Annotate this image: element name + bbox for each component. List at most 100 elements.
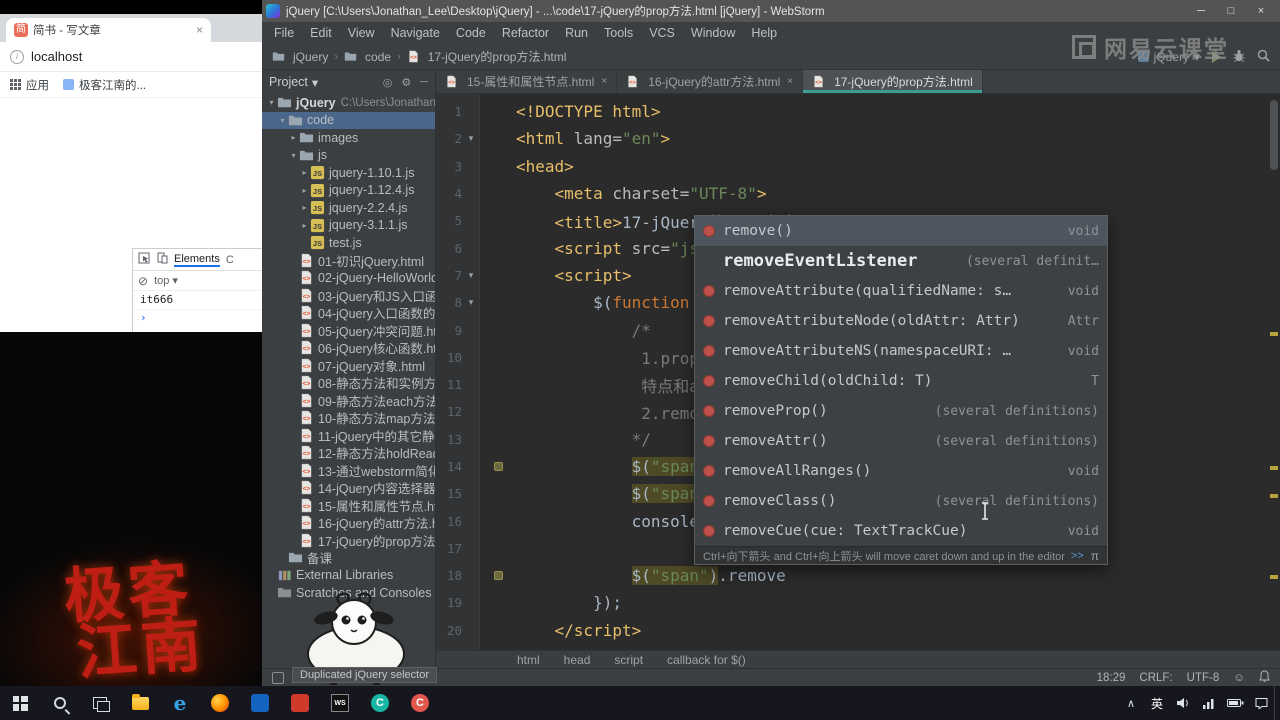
notification-bell-icon[interactable] — [1259, 670, 1270, 685]
project-panel-header[interactable]: Project ▾ ◎ ⚙ ─ — [262, 70, 435, 94]
tree-item[interactable]: ▾ code — [262, 111, 435, 129]
expand-arrow-icon[interactable]: ▸ — [299, 186, 310, 195]
maximize-button[interactable]: □ — [1216, 0, 1246, 22]
completion-item[interactable]: removeEventListener (several definit… — [695, 246, 1107, 276]
taskbar-task-view-icon[interactable] — [80, 686, 120, 720]
tree-item[interactable]: <> 15-属性和属性节点.html — [262, 497, 435, 515]
completion-item[interactable]: removeProp() (several definitions) — [695, 396, 1107, 426]
taskbar-red-app-icon[interactable] — [280, 686, 320, 720]
tree-item[interactable]: <> 08-静态方法和实例方法.html — [262, 374, 435, 392]
taskbar-edge-icon[interactable]: e — [160, 686, 200, 720]
breadcrumb-item[interactable]: <> 17-jQuery的prop方法.html — [407, 48, 566, 65]
tree-item[interactable]: <> 05-jQuery冲突问题.html — [262, 322, 435, 340]
stripe-mark[interactable] — [1270, 494, 1278, 498]
tray-network-icon[interactable] — [1196, 686, 1222, 720]
console-prompt-icon[interactable]: › — [133, 310, 262, 325]
breadcrumb-item[interactable]: jQuery — [272, 49, 328, 64]
duplicate-gutter-icon[interactable] — [494, 461, 503, 471]
tree-item[interactable]: ▸ JS jquery-2.2.4.js — [262, 199, 435, 217]
taskbar-search-icon[interactable] — [40, 686, 80, 720]
settings-gear-icon[interactable]: ⚙ — [401, 76, 411, 89]
expand-arrow-icon[interactable]: ▾ — [288, 151, 299, 160]
error-stripe[interactable] — [1268, 94, 1280, 650]
show-desktop-button[interactable] — [1274, 686, 1280, 720]
tree-item[interactable]: <> 07-jQuery对象.html — [262, 357, 435, 375]
tree-item[interactable]: 备课 — [262, 549, 435, 567]
tree-item[interactable]: <> 14-jQuery内容选择器.html — [262, 479, 435, 497]
duplicate-gutter-icon[interactable] — [494, 571, 503, 581]
tree-item[interactable]: <> 09-静态方法each方法.html — [262, 392, 435, 410]
tree-item[interactable]: <> 17-jQuery的prop方法.html — [262, 532, 435, 550]
tray-battery-icon[interactable] — [1222, 686, 1248, 720]
expand-arrow-icon[interactable]: ▾ — [266, 98, 277, 107]
completion-item[interactable]: removeAllRanges() void — [695, 456, 1107, 486]
expand-arrow-icon[interactable]: ▸ — [299, 203, 310, 212]
tray-tray-expand-icon[interactable]: ∧ — [1118, 686, 1144, 720]
taskbar-firefox-icon[interactable] — [200, 686, 240, 720]
stripe-mark[interactable] — [1270, 466, 1278, 470]
tree-item[interactable]: <> 16-jQuery的attr方法.html — [262, 514, 435, 532]
completion-item[interactable]: remove() void — [695, 216, 1107, 246]
tree-item[interactable]: <> 11-jQuery中的其它静态方法.html — [262, 427, 435, 445]
tab-close-icon[interactable]: × — [601, 76, 607, 87]
code-line[interactable]: 18 $("span").remove — [436, 562, 1268, 589]
bookmark-geek[interactable]: 极客江南的... — [63, 77, 146, 93]
tree-item[interactable]: <> 01-初识jQuery.html — [262, 252, 435, 270]
editor-tab[interactable]: <> 15-属性和属性节点.html × — [436, 70, 618, 93]
tab-console[interactable]: C — [226, 254, 234, 266]
tree-item[interactable]: JS test.js — [262, 234, 435, 252]
stripe-mark[interactable] — [1270, 332, 1278, 336]
menu-refactor[interactable]: Refactor — [494, 26, 557, 40]
expand-arrow-icon[interactable]: ▸ — [299, 168, 310, 177]
code-line[interactable]: 20 </script> — [436, 617, 1268, 644]
code-line[interactable]: 3 <head> — [436, 153, 1268, 180]
caret-position[interactable]: 18:29 — [1097, 672, 1126, 684]
scrollbar-thumb[interactable] — [1270, 100, 1278, 170]
info-icon[interactable]: i — [10, 49, 24, 64]
fold-arrow-icon[interactable]: ▾ — [462, 297, 480, 308]
tree-item[interactable]: <> 12-静态方法holdReady方法.html — [262, 444, 435, 462]
menu-navigate[interactable]: Navigate — [383, 26, 448, 40]
breadcrumb-item[interactable]: script — [614, 653, 643, 667]
menu-help[interactable]: Help — [743, 26, 785, 40]
file-encoding[interactable]: UTF-8 — [1187, 672, 1220, 684]
fold-arrow-icon[interactable]: ▾ — [462, 270, 480, 281]
tree-item[interactable]: <> 02-jQuery-HelloWorld.html — [262, 269, 435, 287]
taskbar-recorder-icon[interactable]: C — [360, 686, 400, 720]
device-toolbar-icon[interactable] — [156, 252, 168, 267]
inspect-icon[interactable] — [138, 252, 150, 267]
hide-panel-icon[interactable]: ─ — [420, 76, 428, 89]
tree-item[interactable]: ▾ js — [262, 147, 435, 165]
fold-arrow-icon[interactable]: ▾ — [462, 133, 480, 144]
locate-file-icon[interactable]: ◎ — [383, 76, 393, 89]
tree-item[interactable]: ▸ images — [262, 129, 435, 147]
breadcrumb-item[interactable]: code — [344, 49, 391, 64]
breadcrumb-item[interactable]: html — [517, 653, 540, 667]
menu-view[interactable]: View — [340, 26, 383, 40]
menu-window[interactable]: Window — [683, 26, 743, 40]
taskbar-explorer-icon[interactable] — [120, 686, 160, 720]
taskbar-blue-app-icon[interactable] — [240, 686, 280, 720]
tree-item[interactable]: <> 03-jQuery和JS入口函数的区别.html — [262, 287, 435, 305]
menu-code[interactable]: Code — [448, 26, 494, 40]
completion-item[interactable]: removeCue(cue: TextTrackCue) void — [695, 516, 1107, 546]
url-text[interactable]: localhost — [31, 49, 82, 64]
tree-item[interactable]: ▸ JS jquery-3.1.1.js — [262, 217, 435, 235]
code-line[interactable]: 2 ▾ <html lang="en"> — [436, 125, 1268, 152]
tree-item[interactable]: <> 13-通过webstorm简化操作.html — [262, 462, 435, 480]
minimize-button[interactable]: ─ — [1186, 0, 1216, 22]
code-line[interactable]: 1 <!DOCTYPE html> — [436, 98, 1268, 125]
editor-tab[interactable]: <> 16-jQuery的attr方法.html × — [617, 70, 804, 93]
code-line[interactable]: 19 }); — [436, 589, 1268, 616]
completion-item[interactable]: removeAttributeNode(oldAttr: Attr) Attr — [695, 306, 1107, 336]
completion-item[interactable]: removeAttribute(qualifiedName: s… void — [695, 276, 1107, 306]
tree-item[interactable]: External Libraries — [262, 567, 435, 585]
tree-item[interactable]: ▸ JS jquery-1.12.4.js — [262, 182, 435, 200]
tree-item[interactable]: <> 06-jQuery核心函数.html — [262, 339, 435, 357]
line-ending[interactable]: CRLF: — [1139, 672, 1172, 684]
menu-vcs[interactable]: VCS — [641, 26, 683, 40]
taskbar-webstorm-icon[interactable]: WS — [320, 686, 360, 720]
expand-arrow-icon[interactable]: ▾ — [277, 116, 288, 125]
tree-item[interactable]: <> 04-jQuery入口函数的其它写法.html — [262, 304, 435, 322]
tab-close-icon[interactable]: × — [787, 76, 793, 87]
